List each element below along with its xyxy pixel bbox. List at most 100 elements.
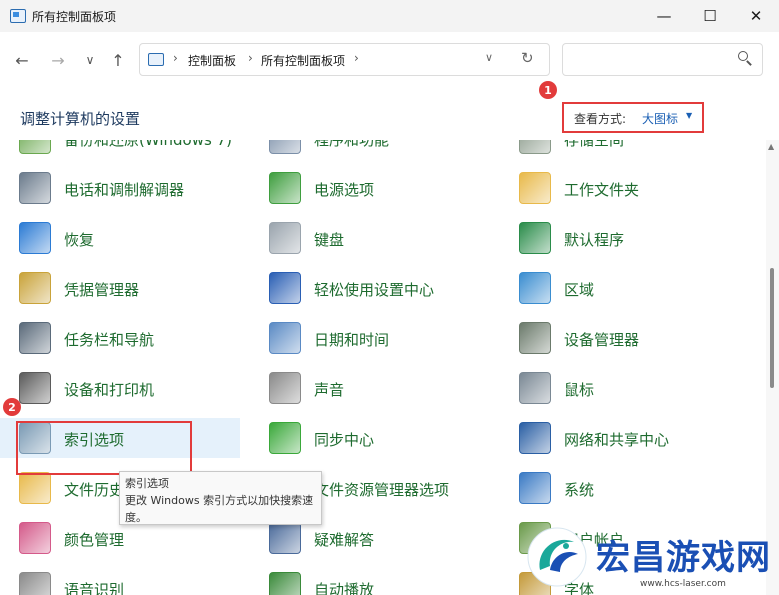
back-button[interactable]: ← bbox=[10, 48, 34, 72]
control-panel-item-label: 声音 bbox=[314, 381, 345, 399]
tooltip: 索引选项 更改 Windows 索引方式以加快搜索速度。 bbox=[119, 471, 322, 525]
control-panel-item[interactable]: 同步中心 bbox=[250, 418, 490, 458]
control-panel-item-label: 凭据管理器 bbox=[64, 281, 140, 299]
forward-button[interactable]: → bbox=[46, 48, 70, 72]
date-time-icon bbox=[269, 322, 301, 354]
breadcrumb-all-items[interactable]: 所有控制面板项 bbox=[261, 52, 345, 69]
control-panel-item[interactable]: 系统 bbox=[500, 468, 740, 508]
breadcrumb-control-panel[interactable]: 控制面板 bbox=[188, 52, 236, 69]
view-by-label: 查看方式: bbox=[574, 112, 627, 126]
step-marker-2: 2 bbox=[3, 398, 21, 416]
step-marker-1: 1 bbox=[539, 81, 557, 99]
control-panel-item-label: 疑难解答 bbox=[314, 531, 375, 549]
control-panel-item[interactable]: 鼠标 bbox=[500, 368, 740, 408]
close-button[interactable]: ✕ bbox=[733, 0, 779, 32]
control-panel-item-label: 轻松使用设置中心 bbox=[314, 281, 435, 299]
watermark: 宏昌游戏网 www.hcs-laser.com bbox=[520, 520, 779, 595]
keyboard-icon bbox=[269, 222, 301, 254]
title-bar[interactable]: 所有控制面板项 — ☐ ✕ bbox=[0, 0, 779, 32]
recent-locations-button[interactable]: ∨ bbox=[78, 48, 102, 72]
watermark-text: 宏昌游戏网 bbox=[596, 538, 771, 578]
control-panel-item[interactable]: 任务栏和导航 bbox=[0, 318, 240, 358]
control-panel-item-label: 恢复 bbox=[64, 231, 95, 249]
control-panel-item-label: 自动播放 bbox=[314, 581, 375, 595]
control-panel-item[interactable]: 语音识别 bbox=[0, 568, 240, 595]
tooltip-title: 索引选项 bbox=[125, 477, 169, 490]
address-bar[interactable]: › 控制面板 › 所有控制面板项 › ∨ ↻ bbox=[139, 43, 550, 76]
control-panel-item-label: 网络和共享中心 bbox=[564, 431, 670, 449]
control-panel-item[interactable]: 自动播放 bbox=[250, 568, 490, 595]
view-by-value[interactable]: 大图标 bbox=[642, 110, 678, 127]
autoplay-icon bbox=[269, 572, 301, 595]
control-panel-item-label: 同步中心 bbox=[314, 431, 375, 449]
control-panel-item[interactable]: 备份和还原(Windows 7) bbox=[0, 140, 240, 158]
control-panel-item[interactable]: 设备管理器 bbox=[500, 318, 740, 358]
recovery-icon bbox=[19, 222, 51, 254]
control-panel-item[interactable]: 键盘 bbox=[250, 218, 490, 258]
file-history-icon bbox=[19, 472, 51, 504]
power-options-icon bbox=[269, 172, 301, 204]
control-panel-item[interactable]: 凭据管理器 bbox=[0, 268, 240, 308]
programs-features-icon bbox=[269, 140, 301, 154]
caret-down-icon[interactable]: ▼ bbox=[686, 111, 692, 120]
tooltip-description: 更改 Windows 索引方式以加快搜索速度。 bbox=[125, 494, 314, 524]
troubleshooting-icon bbox=[269, 522, 301, 554]
control-panel-icon bbox=[148, 53, 164, 66]
default-programs-icon bbox=[519, 222, 551, 254]
mouse-icon bbox=[519, 372, 551, 404]
phone-modem-icon bbox=[19, 172, 51, 204]
control-panel-item[interactable]: 电源选项 bbox=[250, 168, 490, 208]
control-panel-item[interactable]: 声音 bbox=[250, 368, 490, 408]
control-panel-item[interactable]: 电话和调制解调器 bbox=[0, 168, 240, 208]
region-icon bbox=[519, 272, 551, 304]
navigation-bar: ← → ∨ ↑ › 控制面板 › 所有控制面板项 › ∨ ↻ bbox=[0, 32, 779, 88]
control-panel-item-label: 键盘 bbox=[314, 231, 345, 249]
devices-printers-icon bbox=[19, 372, 51, 404]
control-panel-item-label: 工作文件夹 bbox=[564, 181, 640, 199]
control-panel-item-label: 备份和还原(Windows 7) bbox=[64, 140, 232, 149]
control-panel-item[interactable]: 日期和时间 bbox=[250, 318, 490, 358]
scroll-thumb[interactable] bbox=[770, 268, 774, 388]
window-title: 所有控制面板项 bbox=[32, 10, 117, 24]
control-panel-item[interactable]: 工作文件夹 bbox=[500, 168, 740, 208]
control-panel-item-label: 设备和打印机 bbox=[64, 381, 155, 399]
breadcrumb-separator[interactable]: › bbox=[173, 51, 178, 65]
control-panel-item[interactable]: 存储空间 bbox=[500, 140, 740, 158]
credential-manager-icon bbox=[19, 272, 51, 304]
control-panel-item[interactable]: 恢复 bbox=[0, 218, 240, 258]
address-dropdown-button[interactable]: ∨ bbox=[485, 51, 493, 64]
control-panel-item[interactable]: 网络和共享中心 bbox=[500, 418, 740, 458]
search-input[interactable] bbox=[562, 43, 763, 76]
refresh-button[interactable]: ↻ bbox=[521, 49, 534, 67]
up-button[interactable]: ↑ bbox=[106, 48, 130, 72]
device-manager-icon bbox=[519, 322, 551, 354]
ease-of-access-icon bbox=[269, 272, 301, 304]
breadcrumb-separator[interactable]: › bbox=[354, 51, 359, 65]
control-panel-icon bbox=[10, 9, 26, 23]
system-icon bbox=[519, 472, 551, 504]
control-panel-item[interactable]: 设备和打印机 bbox=[0, 368, 240, 408]
control-panel-item-label: 系统 bbox=[564, 481, 595, 499]
control-panel-item-label: 区域 bbox=[564, 281, 595, 299]
scroll-up-icon[interactable]: ▲ bbox=[768, 142, 774, 151]
control-panel-item-label: 程序和功能 bbox=[314, 140, 390, 149]
control-panel-item-label: 日期和时间 bbox=[314, 331, 390, 349]
search-icon[interactable] bbox=[738, 51, 752, 66]
maximize-button[interactable]: ☐ bbox=[687, 0, 733, 32]
control-panel-item-label: 设备管理器 bbox=[564, 331, 640, 349]
breadcrumb-separator[interactable]: › bbox=[248, 51, 253, 65]
watermark-url: www.hcs-laser.com bbox=[640, 579, 726, 589]
view-by-selector[interactable]: 查看方式: 大图标 ▼ bbox=[562, 102, 704, 133]
watermark-logo-icon bbox=[527, 527, 587, 587]
backup-restore-icon bbox=[19, 140, 51, 154]
storage-spaces-icon bbox=[519, 140, 551, 154]
control-panel-item[interactable]: 默认程序 bbox=[500, 218, 740, 258]
control-panel-item-label: 默认程序 bbox=[564, 231, 625, 249]
minimize-button[interactable]: — bbox=[641, 0, 687, 32]
control-panel-item[interactable]: 轻松使用设置中心 bbox=[250, 268, 490, 308]
control-panel-item[interactable]: 区域 bbox=[500, 268, 740, 308]
control-panel-item[interactable]: 程序和功能 bbox=[250, 140, 490, 158]
control-panel-item-label: 任务栏和导航 bbox=[64, 331, 155, 349]
speech-recognition-icon bbox=[19, 572, 51, 595]
control-panel-item-label: 存储空间 bbox=[564, 140, 625, 149]
